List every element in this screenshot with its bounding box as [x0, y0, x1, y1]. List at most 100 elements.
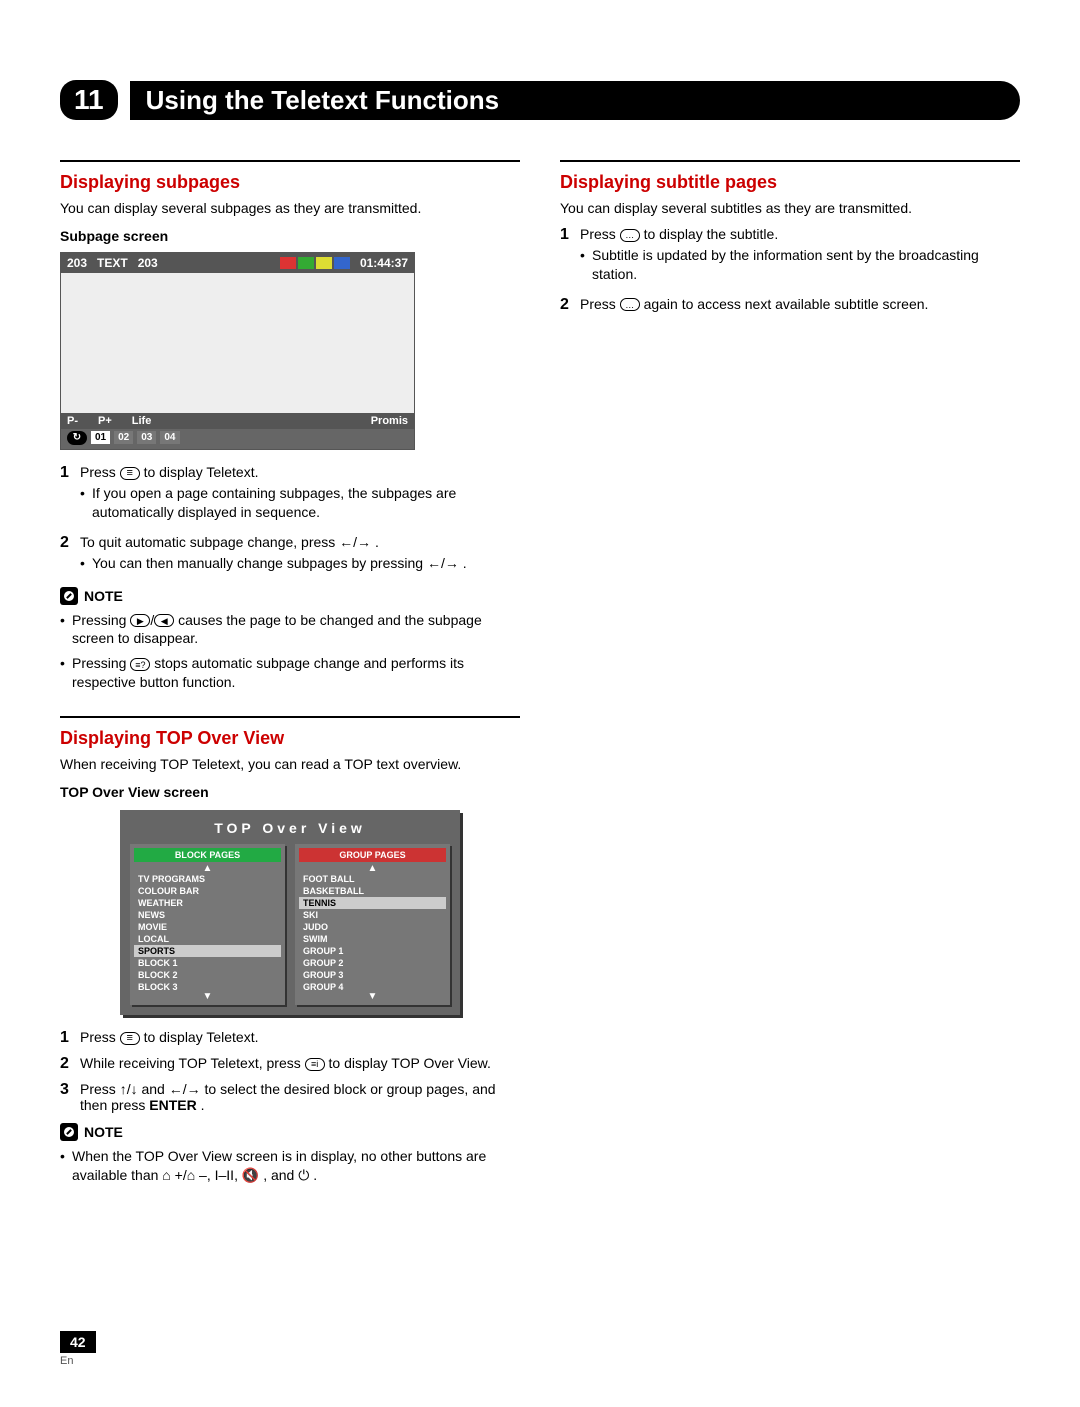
heading-subtitle-pages: Displaying subtitle pages	[560, 172, 1020, 193]
group-item: JUDO	[299, 921, 446, 933]
top-note-1: When the TOP Over View screen is in disp…	[60, 1147, 520, 1185]
mock-sub-02: 02	[114, 431, 133, 444]
step-number: 1	[560, 226, 580, 288]
subtitle-step-1: 1 Press … to display the subtitle. Subti…	[560, 226, 1020, 288]
language-label: En	[60, 1355, 96, 1367]
intro-top-overview: When receiving TOP Teletext, you can rea…	[60, 755, 520, 774]
step1-text-a: Press	[80, 464, 120, 480]
block-item: WEATHER	[134, 897, 281, 909]
info-key-icon: ≡i	[305, 1058, 325, 1071]
top-screen-label: TOP Over View screen	[60, 784, 520, 800]
top-step3-c: .	[201, 1097, 205, 1113]
note-label: NOTE	[84, 588, 123, 604]
top-step-2: 2 While receiving TOP Teletext, press ≡i…	[60, 1055, 520, 1073]
triangle-up-icon: ▲	[299, 865, 446, 873]
left-right-arrow-icon: ←/→	[339, 534, 371, 550]
page-number: 42	[60, 1331, 96, 1353]
subpage-screen-mock: 203 TEXT 203 01:44:37 P- P+ Life Promis	[60, 252, 415, 450]
note2-a: Pressing	[72, 655, 130, 671]
mock-life: Life	[132, 415, 152, 427]
group-item: FOOT BALL	[299, 873, 446, 885]
mock-promis: Promis	[371, 415, 408, 427]
mock-sub-04: 04	[160, 431, 179, 444]
subpages-step-2: 2 To quit automatic subpage change, pres…	[60, 534, 520, 577]
sub-step1-b: to display the subtitle.	[644, 226, 779, 242]
left-right-arrow-icon: ←/→	[427, 555, 459, 571]
mock-text-label: TEXT	[97, 256, 128, 270]
intro-subpages: You can display several subpages as they…	[60, 199, 520, 218]
block-item: COLOUR BAR	[134, 885, 281, 897]
block-item: SPORTS	[134, 945, 281, 957]
subpage-screen-label: Subpage screen	[60, 228, 520, 244]
hold-key-icon: ≡?	[130, 658, 150, 671]
top-note1-c: .	[313, 1167, 317, 1183]
top-overview-mock: TOP Over View BLOCK PAGES ▲ TV PROGRAMSC…	[120, 810, 460, 1015]
buttons-icons: ⌂ +/⌂ –, I–II, 🔇	[162, 1167, 259, 1183]
group-pages-panel: GROUP PAGES ▲ FOOT BALLBASKETBALLTENNISS…	[295, 844, 450, 1005]
block-item: BLOCK 2	[134, 969, 281, 981]
note-icon	[60, 587, 78, 605]
group-item: SKI	[299, 909, 446, 921]
power-icon: ⏻	[298, 1167, 309, 1183]
sub-step1-a: Press	[580, 226, 620, 242]
step-number: 1	[60, 464, 80, 526]
step2-sub-a: You can then manually change subpages by…	[92, 555, 427, 571]
group-item: TENNIS	[299, 897, 446, 909]
step1-sub: If you open a page containing subpages, …	[80, 484, 520, 522]
top-step-1: 1 Press to display Teletext.	[60, 1029, 520, 1047]
triangle-down-icon: ▼	[299, 993, 446, 1001]
chapter-header: 11 Using the Teletext Functions	[60, 80, 1020, 120]
note-icon	[60, 1123, 78, 1141]
block-item: TV PROGRAMS	[134, 873, 281, 885]
top-step3-mid: and	[141, 1081, 168, 1097]
mock-time: 01:44:37	[360, 256, 408, 270]
group-item: BASKETBALL	[299, 885, 446, 897]
chapter-number-badge: 11	[60, 80, 118, 120]
note-label: NOTE	[84, 1124, 123, 1140]
group-item: GROUP 3	[299, 969, 446, 981]
step2-text-a: To quit automatic subpage change, press	[80, 534, 339, 550]
note-item-1: Pressing ▶/◀ causes the page to be chang…	[60, 611, 520, 649]
heading-top-overview: Displaying TOP Over View	[60, 728, 520, 749]
sub-step2-a: Press	[580, 296, 620, 312]
step-number: 2	[560, 296, 580, 314]
group-item: GROUP 1	[299, 945, 446, 957]
subtitle-key-icon: …	[620, 229, 640, 242]
page-footer: 42 En	[60, 1331, 96, 1367]
mock-page-mid: 203	[138, 256, 158, 270]
left-right-arrow-icon: ←/→	[169, 1081, 201, 1097]
rotate-icon: ↻	[67, 431, 87, 445]
subtitle-key-icon: …	[620, 298, 640, 311]
step-number: 2	[60, 1055, 80, 1073]
block-pages-panel: BLOCK PAGES ▲ TV PROGRAMSCOLOUR BARWEATH…	[130, 844, 285, 1005]
block-item: MOVIE	[134, 921, 281, 933]
mock-pminus: P-	[67, 415, 78, 427]
mock-color-boxes	[280, 257, 350, 269]
top-step1-a: Press	[80, 1029, 120, 1045]
triangle-down-icon: ▼	[134, 993, 281, 1001]
step-number: 2	[60, 534, 80, 577]
step1-text-b: to display Teletext.	[144, 464, 259, 480]
mock-pplus: P+	[98, 415, 112, 427]
triangle-up-icon: ▲	[134, 865, 281, 873]
step2-sub-c: .	[463, 555, 467, 571]
group-item: GROUP 2	[299, 957, 446, 969]
top-step2-b: to display TOP Over View.	[329, 1055, 491, 1071]
teletext-key-icon	[120, 1032, 140, 1045]
sub-step1-sub: Subtitle is updated by the information s…	[580, 246, 1020, 284]
group-item: SWIM	[299, 933, 446, 945]
mock-sub-03: 03	[137, 431, 156, 444]
key-icon-b: ◀	[154, 614, 174, 627]
mock-page-left: 203	[67, 256, 87, 270]
sub-step2-b: again to access next available subtitle …	[644, 296, 929, 312]
heading-displaying-subpages: Displaying subpages	[60, 172, 520, 193]
note-item-2: Pressing ≡? stops automatic subpage chan…	[60, 654, 520, 692]
step-number: 1	[60, 1029, 80, 1047]
enter-label: ENTER	[149, 1097, 196, 1113]
top-mock-title: TOP Over View	[130, 820, 450, 836]
top-step3-a: Press	[80, 1081, 120, 1097]
teletext-key-icon	[120, 467, 140, 480]
key-icon-a: ▶	[130, 614, 150, 627]
subtitle-step-2: 2 Press … again to access next available…	[560, 296, 1020, 314]
top-step-3: 3 Press ↑/↓ and ←/→ to select the desire…	[60, 1081, 520, 1113]
